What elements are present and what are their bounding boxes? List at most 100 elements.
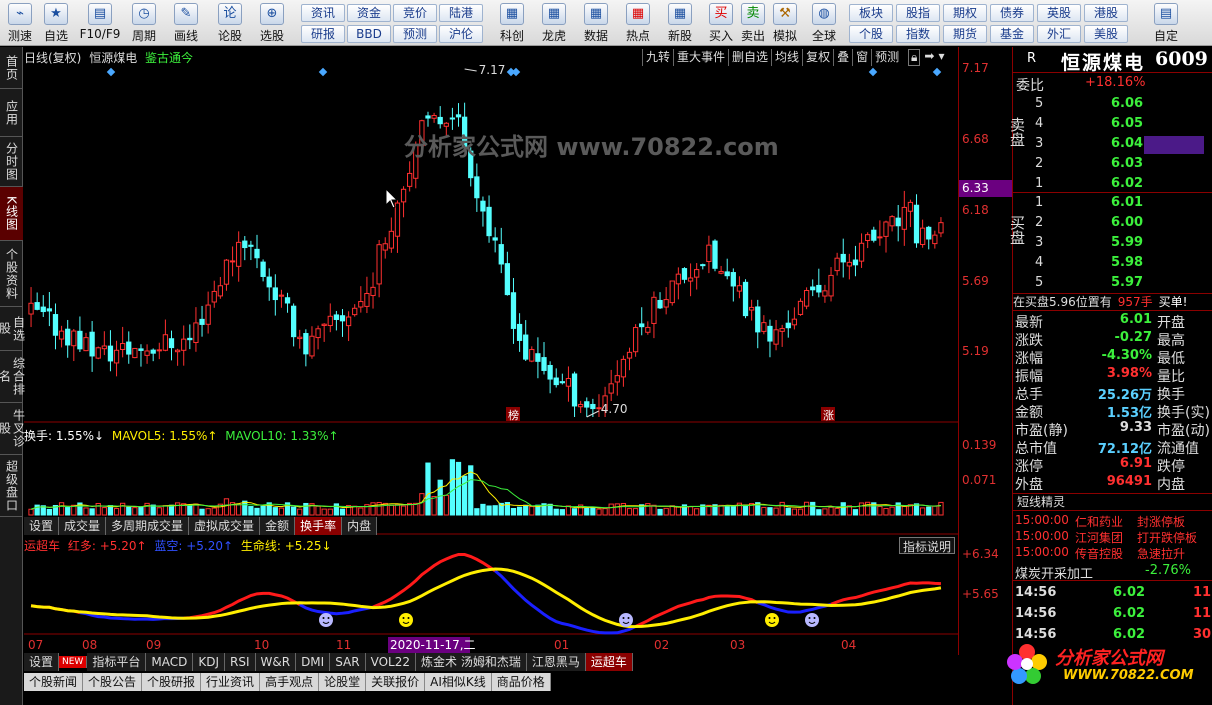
sell-price[interactable]: 6.02: [1111, 176, 1143, 191]
tab-item[interactable]: DMI: [296, 653, 331, 671]
sprite-stock[interactable]: 仁和药业: [1075, 513, 1123, 530]
buy-price[interactable]: 5.97: [1111, 275, 1143, 290]
chart-tool-button[interactable]: 九转: [642, 49, 673, 66]
toolbar-custom-button[interactable]: ▤ 自定: [1146, 0, 1186, 46]
info-tab[interactable]: 关联报价: [366, 673, 426, 691]
toolbar-market-button[interactable]: 港股: [1084, 4, 1128, 22]
toolbar-trade-button[interactable]: ⚒ 模拟: [770, 0, 800, 46]
sidebar-tab[interactable]: 超级盘口: [0, 455, 23, 517]
toolbar-market-button[interactable]: 英股: [1037, 4, 1081, 22]
toolbar-market-button[interactable]: 债券: [990, 4, 1034, 22]
info-tab[interactable]: 商品价格: [491, 673, 551, 691]
sell-price[interactable]: 6.05: [1111, 116, 1143, 131]
tab-item[interactable]: 内盘: [342, 517, 378, 535]
tab-item[interactable]: 金额: [260, 517, 296, 535]
chart-tool-button[interactable]: 叠: [833, 49, 852, 66]
toolbar-market-button[interactable]: 板块: [849, 4, 893, 22]
buy-price[interactable]: 5.98: [1111, 255, 1143, 270]
tab-item[interactable]: 设置: [24, 517, 60, 535]
sidebar-tab[interactable]: 综合排名: [0, 351, 26, 403]
chart-subtitle[interactable]: 鉴古通今: [145, 51, 193, 65]
toolbar-market-button[interactable]: 外汇: [1037, 25, 1081, 43]
chart-tool-button[interactable]: 重大事件: [673, 49, 728, 66]
toolbar-market-button[interactable]: 期权: [943, 4, 987, 22]
chart-tool-button[interactable]: 删自选: [728, 49, 771, 66]
toolbar-hot-button[interactable]: ▦ 热点: [618, 0, 658, 46]
toolbar-grid-button[interactable]: 研报: [301, 25, 345, 43]
sprite-title[interactable]: 短线精灵: [1013, 493, 1212, 511]
info-tab[interactable]: 行业资讯: [201, 673, 261, 691]
toolbar-clock-button[interactable]: ◷ 周期: [124, 0, 164, 46]
tab-item[interactable]: 指标平台: [87, 653, 147, 671]
chart-tool-button[interactable]: 复权: [802, 49, 833, 66]
sprite-stock[interactable]: 传音控股: [1075, 545, 1123, 562]
chart-tool-button[interactable]: 预测: [871, 49, 902, 66]
toolbar-stock-select-button[interactable]: ⊕ 选股: [252, 0, 292, 46]
dropdown-icon[interactable]: ▾: [938, 49, 944, 66]
sell-price[interactable]: 6.06: [1111, 96, 1143, 111]
indicator-help-button[interactable]: 指标说明: [899, 537, 956, 554]
tab-item[interactable]: 运超车: [585, 653, 633, 671]
kline-chart[interactable]: 7.17 4.70 榜 涨 分析家公式网 www.70822.com 07 08 09 10 11…: [24, 47, 958, 655]
toolbar-grid-button[interactable]: 资讯: [301, 4, 345, 22]
tab-item[interactable]: RSI: [225, 653, 256, 671]
toolbar-discuss-button[interactable]: 论论股: [210, 0, 250, 46]
sidebar-tab[interactable]: 个股资料: [0, 241, 23, 307]
buy-price[interactable]: 5.99: [1111, 235, 1143, 250]
toolbar-trade-button[interactable]: 买买入: [706, 0, 736, 46]
info-tab[interactable]: 个股研报: [142, 673, 202, 691]
tab-item[interactable]: 虚拟成交量: [189, 517, 261, 535]
toolbar-market-button[interactable]: 指数: [896, 25, 940, 43]
sidebar-tab[interactable]: 自选股: [0, 307, 26, 351]
tab-item[interactable]: 成交量: [59, 517, 107, 535]
toolbar-market-button[interactable]: 个股: [849, 25, 893, 43]
tab-item[interactable]: 多周期成交量: [106, 517, 190, 535]
info-tab[interactable]: 论股堂: [319, 673, 367, 691]
lock-icon[interactable]: 🔒︎: [908, 49, 921, 66]
tab-item[interactable]: 炼金术 汤姆和杰瑞: [416, 653, 527, 671]
sidebar-tab[interactable]: 牛叉诊股: [0, 403, 26, 455]
info-tab[interactable]: AI相似K线: [425, 673, 492, 691]
toolbar-grid-button[interactable]: 资金: [347, 4, 391, 22]
arrow-right-icon[interactable]: ➡: [924, 49, 934, 66]
toolbar-global-button[interactable]: ◍ 全球: [806, 0, 842, 46]
info-tab[interactable]: 个股新闻: [24, 673, 84, 691]
tab-item[interactable]: NEW: [59, 656, 88, 668]
sidebar-tab[interactable]: 首页: [0, 47, 23, 89]
toolbar-trade-button[interactable]: 卖卖出: [738, 0, 768, 46]
toolbar-hot-button[interactable]: ▦ 科创: [492, 0, 532, 46]
info-tab[interactable]: 个股公告: [83, 673, 143, 691]
toolbar-document-button[interactable]: ▤ F10/F9: [80, 0, 120, 46]
toolbar-market-button[interactable]: 基金: [990, 25, 1034, 43]
chart-area[interactable]: 7.17 4.70 榜 涨 分析家公式网 www.70822.com 07 08 09 10 11…: [24, 47, 958, 655]
toolbar-pencil-button[interactable]: ✎ 画线: [166, 0, 206, 46]
sprite-stock[interactable]: 江河集团: [1075, 529, 1123, 546]
toolbar-hot-button[interactable]: ▦ 龙虎: [534, 0, 574, 46]
toolbar-grid-button[interactable]: 竞价: [393, 4, 437, 22]
sell-price[interactable]: 6.03: [1111, 156, 1143, 171]
toolbar-market-button[interactable]: 期货: [943, 25, 987, 43]
tab-item[interactable]: 江恩黑马: [526, 653, 586, 671]
tab-item[interactable]: 设置: [24, 653, 60, 671]
tab-item[interactable]: 换手率: [295, 517, 343, 535]
info-tab[interactable]: 高手观点: [260, 673, 320, 691]
chart-tool-button[interactable]: 窗: [852, 49, 871, 66]
sell-price[interactable]: 6.04: [1111, 136, 1143, 151]
chart-tool-button[interactable]: 均线: [771, 49, 802, 66]
toolbar-grid-button[interactable]: 沪伦: [439, 25, 483, 43]
toolbar-hot-button[interactable]: ▦ 新股: [660, 0, 700, 46]
toolbar-market-button[interactable]: 股指: [896, 4, 940, 22]
toolbar-grid-button[interactable]: 预测: [393, 25, 437, 43]
buy-price[interactable]: 6.00: [1111, 215, 1143, 230]
sidebar-tab[interactable]: 分时图: [0, 137, 23, 187]
toolbar-network-button[interactable]: ⌁ 测速: [0, 0, 40, 46]
tab-item[interactable]: W&R: [255, 653, 297, 671]
toolbar-hot-button[interactable]: ▦ 数据: [576, 0, 616, 46]
sidebar-tab[interactable]: 应用: [0, 89, 23, 137]
tab-item[interactable]: KDJ: [193, 653, 225, 671]
toolbar-grid-button[interactable]: 陆港: [439, 4, 483, 22]
sidebar-tab[interactable]: K线图: [0, 187, 23, 241]
tab-item[interactable]: MACD: [146, 653, 194, 671]
buy-price[interactable]: 6.01: [1111, 195, 1143, 210]
toolbar-star-button[interactable]: ★ 自选: [36, 0, 76, 46]
